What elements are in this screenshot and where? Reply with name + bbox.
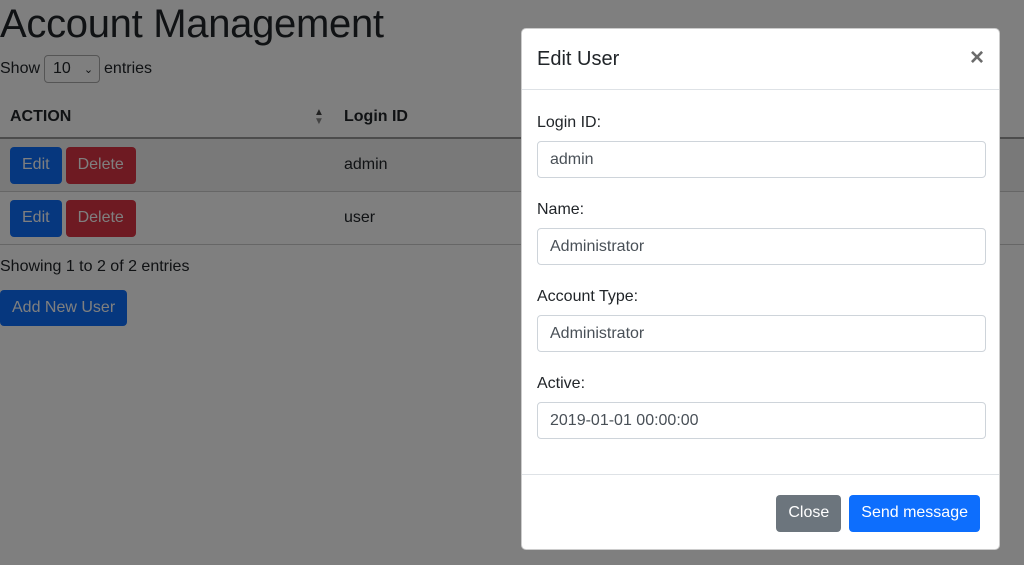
modal-header: Edit User × [522, 29, 999, 90]
close-button[interactable]: Close [776, 494, 842, 532]
login-id-field[interactable] [537, 141, 986, 178]
modal-title: Edit User [537, 47, 620, 70]
close-icon[interactable]: × [970, 46, 984, 70]
login-id-label: Login ID: [537, 114, 602, 131]
name-group: Name: [537, 201, 986, 265]
active-group: Active: [537, 375, 986, 439]
active-field[interactable] [537, 402, 986, 439]
send-message-button[interactable]: Send message [849, 494, 980, 532]
account-type-group: Account Type: [537, 288, 986, 352]
name-field[interactable] [537, 228, 986, 265]
modal-body: Login ID: Name: Account Type: Active: [522, 90, 999, 474]
edit-user-modal: Edit User × Login ID: Name: Account Type… [521, 28, 1000, 550]
login-id-group: Login ID: [537, 114, 986, 178]
active-label: Active: [537, 375, 586, 392]
account-type-field[interactable] [537, 315, 986, 352]
modal-footer: Close Send message [522, 474, 999, 551]
account-type-label: Account Type: [537, 288, 639, 305]
name-label: Name: [537, 201, 585, 218]
